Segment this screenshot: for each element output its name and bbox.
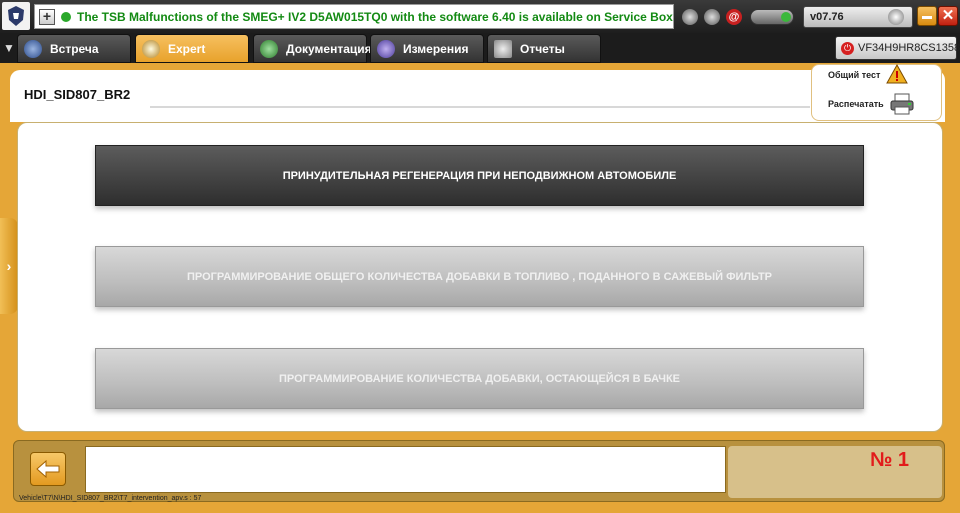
download-arrow-icon[interactable] — [682, 9, 698, 25]
tab-label: Expert — [168, 41, 206, 56]
tab-label: Документация — [286, 41, 372, 56]
close-button[interactable]: ✕ — [938, 6, 958, 26]
tab-label: Измерения — [403, 41, 469, 56]
tab-measurements[interactable]: Измерения — [370, 34, 484, 63]
report-icon — [494, 39, 512, 58]
ecu-title: HDI_SID807_BR2 — [24, 87, 131, 102]
program-remaining-additive-button: ПРОГРАММИРОВАНИЕ КОЛИЧЕСТВА ДОБАВКИ, ОСТ… — [95, 348, 864, 409]
globe-icon — [24, 39, 42, 58]
arrow-left-icon — [36, 460, 60, 478]
vin-text: VF34H9HR8CS135812 — [858, 42, 960, 54]
peugeot-logo — [2, 2, 30, 30]
chevron-down-icon[interactable]: ▼ — [3, 41, 15, 55]
notification-text: The TSB Malfunctions of the SMEG+ IV2 D5… — [77, 9, 673, 24]
expand-plus-icon[interactable]: + — [39, 8, 55, 25]
program-total-additive-button: ПРОГРАММИРОВАНИЕ ОБЩЕГО КОЛИЧЕСТВА ДОБАВ… — [95, 246, 864, 307]
top-bar: + The TSB Malfunctions of the SMEG+ IV2 … — [0, 0, 960, 33]
tab-label: Встреча — [50, 41, 99, 56]
waveform-icon — [377, 39, 395, 58]
email-at-icon[interactable]: @ — [726, 9, 742, 25]
power-red-icon: ⏻ — [841, 41, 854, 55]
header-panel — [10, 70, 945, 122]
tab-meeting[interactable]: Встреча — [17, 34, 131, 63]
message-area — [85, 446, 726, 493]
person-icon[interactable] — [704, 9, 720, 25]
magnifier-icon — [142, 39, 160, 58]
battery-status-icon — [750, 9, 794, 25]
tab-expert[interactable]: Expert — [135, 34, 249, 63]
vin-badge[interactable]: ⏻ VF34H9HR8CS135812 — [835, 36, 960, 60]
script-path-text: Vehicle\T7\N\HDI_SID807_BR2\T7_intervent… — [19, 495, 202, 502]
tab-bar: ▼ Встреча Expert Документация Измерения … — [0, 33, 960, 63]
back-button[interactable] — [30, 452, 66, 486]
tab-reports[interactable]: Отчеты — [487, 34, 601, 63]
power-icon[interactable] — [888, 9, 904, 25]
step-number-label: № 1 — [870, 449, 909, 471]
printer-icon[interactable] — [889, 93, 915, 115]
book-icon — [260, 39, 278, 58]
title-divider — [150, 106, 810, 108]
notification-bar: + The TSB Malfunctions of the SMEG+ IV2 … — [34, 4, 674, 29]
status-area — [728, 446, 942, 498]
tab-documentation[interactable]: Документация — [253, 34, 372, 63]
side-panel-toggle[interactable]: › — [0, 218, 18, 314]
tab-label: Отчеты — [520, 41, 565, 56]
forced-regeneration-button[interactable]: ПРИНУДИТЕЛЬНАЯ РЕГЕНЕРАЦИЯ ПРИ НЕПОДВИЖН… — [95, 145, 864, 206]
warning-icon[interactable] — [886, 64, 908, 84]
status-dot-icon — [61, 11, 71, 22]
minimize-button[interactable] — [917, 6, 937, 26]
